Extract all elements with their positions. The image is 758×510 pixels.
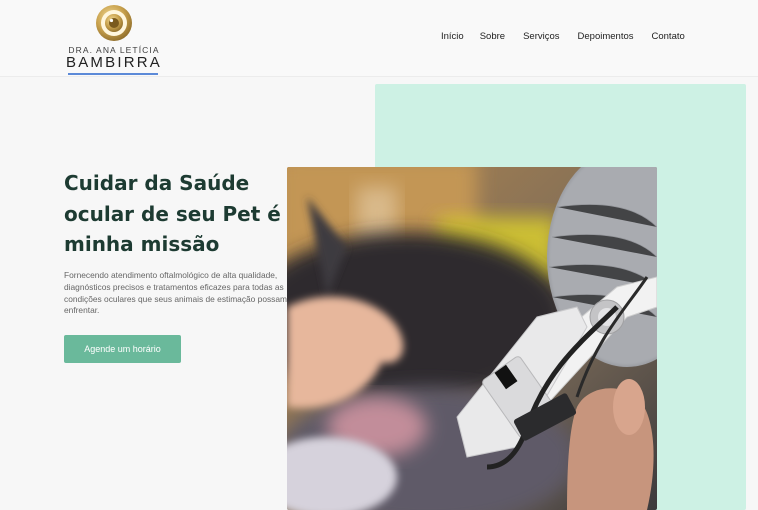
nav-item-sobre[interactable]: Sobre <box>480 31 505 47</box>
logo-underline <box>68 73 158 75</box>
nav-item-contato[interactable]: Contato <box>652 31 685 47</box>
main-nav: Início Sobre Serviços Depoimentos Contat… <box>441 31 685 47</box>
brand-name-line2: BAMBIRRA <box>66 54 162 71</box>
nav-item-inicio[interactable]: Início <box>441 31 464 47</box>
hero-description: Fornecendo atendimento oftalmológico de … <box>64 270 287 316</box>
vet-eye-exam-photo <box>287 167 657 510</box>
site-header: DRA. ANA LETÍCIA BAMBIRRA Início Sobre S… <box>0 0 758 77</box>
eye-icon <box>96 5 132 41</box>
hero-photo <box>287 167 657 510</box>
hero-title: Cuidar da Saúde ocular de seu Pet é minh… <box>64 171 281 256</box>
logo[interactable]: DRA. ANA LETÍCIA BAMBIRRA <box>62 4 166 76</box>
nav-item-servicos[interactable]: Serviços <box>523 31 559 47</box>
nav-item-depoimentos[interactable]: Depoimentos <box>578 31 634 47</box>
schedule-appointment-button[interactable]: Agende um horário <box>64 335 181 363</box>
